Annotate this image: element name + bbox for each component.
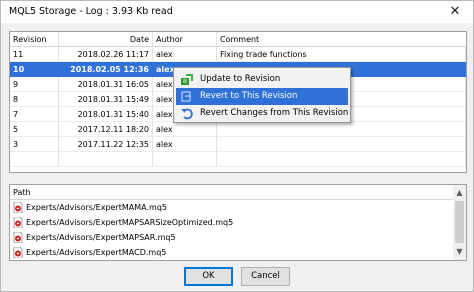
column-header-date[interactable]: Date [59, 32, 153, 47]
scroll-up-icon[interactable]: ▲ [453, 185, 466, 201]
cell-date: 2017.11.22 12:35 [59, 137, 153, 152]
file-path-item[interactable]: Experts/Advisors/ExpertMAPSARSizeOptimiz… [10, 215, 453, 230]
file-path-label: Experts/Advisors/ExpertMACD.mq5 [26, 248, 167, 257]
revert-icon [181, 91, 191, 102]
mq5-file-icon [13, 232, 23, 243]
empty-row [10, 152, 466, 167]
cancel-button[interactable]: Cancel [241, 267, 290, 286]
file-path-item[interactable]: Experts/Advisors/ExpertMACD.mq5 [10, 245, 453, 260]
mq5-file-icon [13, 247, 23, 258]
file-path-item[interactable]: Experts/Advisors/ExpertMAMA.mq5 [10, 200, 453, 215]
menu-item-revert-to-this-revision[interactable]: Revert to This Revision [176, 88, 348, 105]
ok-button[interactable]: OK [184, 267, 233, 286]
context-menu: Update to Revision Revert to This Revisi… [173, 67, 351, 123]
empty-cell [217, 152, 466, 167]
changed-files-panel: Path Experts/Advisors/ExpertMAMA.mq5 Expe… [9, 184, 467, 261]
file-path-label: Experts/Advisors/ExpertMAMA.mq5 [26, 203, 167, 212]
column-header-comment[interactable]: Comment [217, 32, 466, 47]
cell-comment: Fixing trade functions [217, 47, 466, 62]
cell-date: 2017.12.11 18:20 [59, 122, 153, 137]
menu-item-revert-changes[interactable]: Revert Changes from This Revision [176, 105, 348, 122]
column-header-author[interactable]: Author [153, 32, 217, 47]
cell-date: 2018.01.31 16:05 [59, 77, 153, 92]
vertical-scrollbar[interactable]: ▲ ▼ [453, 185, 466, 260]
cell-date: 2018.02.05 12:36 [59, 62, 153, 77]
menu-item-label: Update to Revision [200, 74, 281, 84]
cell-comment [217, 137, 466, 152]
cell-revision: 8 [10, 92, 59, 107]
cell-revision: 7 [10, 107, 59, 122]
empty-cell [153, 152, 217, 167]
mq5-file-icon [13, 217, 23, 228]
file-path-label: Experts/Advisors/ExpertMAPSARSizeOptimiz… [26, 218, 234, 227]
column-header-path[interactable]: Path [10, 185, 453, 200]
window-title: MQL5 Storage - Log : 3.93 Kb read [9, 6, 173, 17]
cell-date: 2018.01.31 15:40 [59, 107, 153, 122]
cell-date: 2018.02.26 11:17 [59, 47, 153, 62]
cell-revision: 3 [10, 137, 59, 152]
title-bar[interactable]: MQL5 Storage - Log : 3.93 Kb read ✕ [1, 1, 473, 23]
menu-item-label: Revert to This Revision [200, 91, 298, 101]
table-row[interactable]: 11 2018.02.26 11:17 alex Fixing trade funct… [10, 47, 466, 62]
table-row[interactable]: 5 2017.12.11 18:20 alex [10, 122, 466, 137]
scroll-down-icon[interactable]: ▼ [453, 244, 466, 260]
close-icon[interactable]: ✕ [441, 1, 469, 23]
file-path-item[interactable]: Experts/Advisors/ExpertMAPSAR.mq5 [10, 230, 453, 245]
empty-cell [10, 152, 59, 167]
scrollbar-thumb[interactable] [455, 201, 464, 243]
file-path-label: Experts/Advisors/ExpertMAPSAR.mq5 [26, 233, 176, 242]
cell-revision: 5 [10, 122, 59, 137]
cell-revision: 11 [10, 47, 59, 62]
cell-revision: 10 [10, 62, 59, 77]
column-header-revision[interactable]: Revision [10, 32, 59, 47]
menu-item-update-to-revision[interactable]: Update to Revision [176, 71, 348, 88]
storage-log-dialog: MQL5 Storage - Log : 3.93 Kb read ✕ Revi… [0, 0, 474, 292]
cell-date: 2018.01.31 15:49 [59, 92, 153, 107]
cell-comment [217, 122, 466, 137]
cell-author: alex [153, 47, 217, 62]
cell-author: alex [153, 122, 217, 137]
undo-icon [181, 108, 193, 120]
update-icon [181, 74, 193, 85]
mq5-file-icon [13, 202, 23, 213]
menu-item-label: Revert Changes from This Revision [200, 108, 349, 118]
table-row[interactable]: 3 2017.11.22 12:35 alex [10, 137, 466, 152]
cell-revision: 9 [10, 77, 59, 92]
cell-author: alex [153, 137, 217, 152]
empty-cell [59, 152, 153, 167]
